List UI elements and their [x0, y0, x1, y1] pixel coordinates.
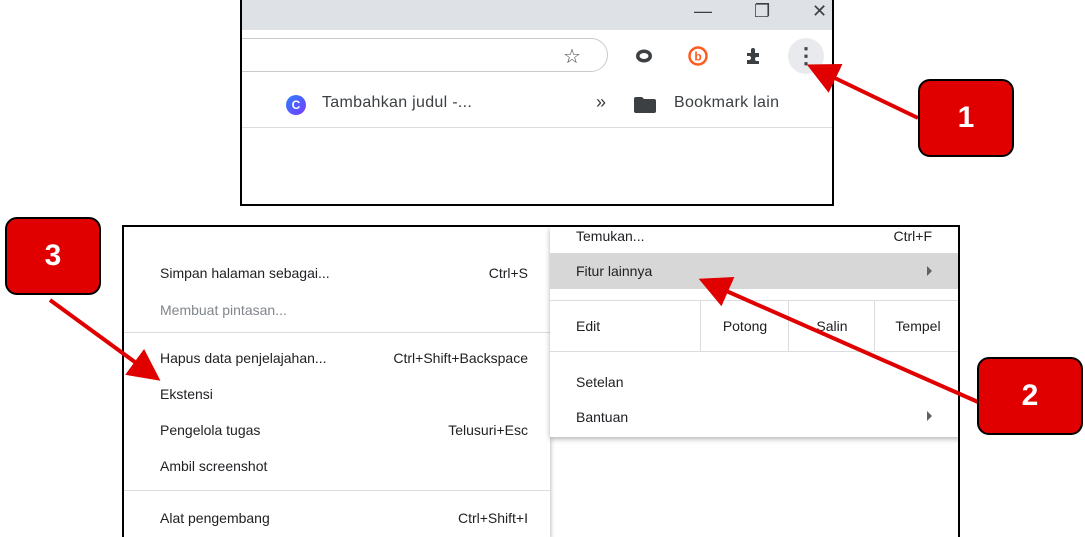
bookmark-favicon: C [286, 95, 306, 115]
address-bar[interactable] [242, 38, 608, 72]
chevron-double-right-icon[interactable]: » [596, 92, 606, 113]
menu-item-label: Temukan... [576, 228, 645, 244]
shortcut-text: Ctrl+Shift+Backspace [393, 350, 528, 366]
menu-item-label: Edit [576, 318, 601, 334]
shortcut-text: Ctrl+F [893, 228, 933, 244]
title-bar: — ❐ ✕ [242, 0, 832, 30]
chrome-main-menu: Temukan... Ctrl+F Fitur lainnya Edit Pot… [550, 227, 958, 437]
folder-icon [634, 97, 656, 113]
menu-item-create-shortcut[interactable]: Membuat pintasan... [124, 293, 550, 327]
menu-item-label: Simpan halaman sebagai... [160, 265, 330, 281]
chevron-right-icon [927, 266, 932, 276]
menu-item-label: Membuat pintasan... [160, 302, 287, 318]
menus-panel: Simpan halaman sebagai... Ctrl+S Membuat… [122, 225, 960, 537]
menu-item-label: Fitur lainnya [576, 263, 653, 279]
other-bookmarks[interactable]: Bookmark lain [674, 94, 779, 112]
browser-toolbar: ☆ b ⋮ [242, 30, 832, 82]
close-window-icon[interactable]: ✕ [812, 2, 827, 20]
menu-item-clear-data[interactable]: Hapus data penjelajahan... Ctrl+Shift+Ba… [124, 341, 550, 375]
menu-item-task-manager[interactable]: Pengelola tugas Telusuri+Esc [124, 413, 550, 447]
menu-item-label: Hapus data penjelajahan... [160, 350, 327, 366]
puzzle-icon[interactable] [742, 44, 766, 68]
browser-toolbar-panel: — ❐ ✕ ☆ b ⋮ C Tambahkan judul -... » Boo… [240, 0, 834, 206]
menu-item-dev-tools[interactable]: Alat pengembang Ctrl+Shift+I [124, 501, 550, 535]
bookmark-item[interactable]: Tambahkan judul -... [322, 94, 472, 112]
extension-o-icon[interactable] [632, 44, 656, 68]
cut-button[interactable]: Potong [700, 301, 789, 351]
chevron-right-icon [927, 411, 932, 421]
cut-label: Potong [722, 318, 768, 334]
minimize-icon[interactable]: — [694, 2, 712, 20]
menu-item-label: Bantuan [576, 409, 629, 425]
menu-item-save-page[interactable]: Simpan halaman sebagai... Ctrl+S [124, 256, 550, 290]
callout-one: 1 [918, 79, 1014, 157]
shortcut-text: Ctrl+S [488, 265, 528, 281]
callout-number: 1 [957, 101, 975, 134]
restore-icon[interactable]: ❐ [754, 2, 770, 20]
menu-item-label: Ekstensi [160, 386, 213, 402]
menu-item-find[interactable]: Temukan... Ctrl+F [550, 227, 958, 253]
menu-divider [124, 490, 550, 491]
menu-item-help[interactable]: Bantuan [550, 400, 958, 434]
menu-item-extensions[interactable]: Ekstensi [124, 377, 550, 411]
shortcut-text: Ctrl+Shift+I [457, 510, 528, 526]
copy-button[interactable]: Salin [788, 301, 875, 351]
shortcut-text: Telusuri+Esc [448, 422, 528, 438]
menu-item-label: Ambil screenshot [160, 458, 268, 474]
menu-item-more-tools[interactable]: Fitur lainnya [550, 253, 958, 289]
callout-two: 2 [977, 357, 1083, 435]
menu-divider [550, 351, 958, 352]
paste-label: Tempel [895, 318, 941, 334]
menu-item-label: Setelan [576, 374, 624, 390]
svg-text:b: b [694, 50, 701, 64]
menu-item-settings[interactable]: Setelan [550, 365, 958, 399]
more-tools-submenu: Simpan halaman sebagai... Ctrl+S Membuat… [124, 227, 550, 537]
callout-three: 3 [5, 217, 101, 295]
copy-label: Salin [816, 318, 848, 334]
star-icon[interactable]: ☆ [560, 44, 584, 68]
menu-divider [124, 332, 550, 333]
paste-button[interactable]: Tempel [874, 301, 958, 351]
menu-item-label: Pengelola tugas [160, 422, 261, 438]
callout-number: 2 [1021, 379, 1039, 412]
callout-number: 3 [44, 239, 62, 272]
menu-row-edit: Edit Potong Salin Tempel [550, 301, 958, 351]
bookmarks-bar: C Tambahkan judul -... » Bookmark lain [242, 82, 832, 128]
menu-item-label: Alat pengembang [160, 510, 270, 526]
extension-b-icon[interactable]: b [686, 44, 710, 68]
menu-item-screenshot[interactable]: Ambil screenshot [124, 449, 550, 483]
kebab-menu-icon[interactable]: ⋮ [788, 38, 824, 74]
